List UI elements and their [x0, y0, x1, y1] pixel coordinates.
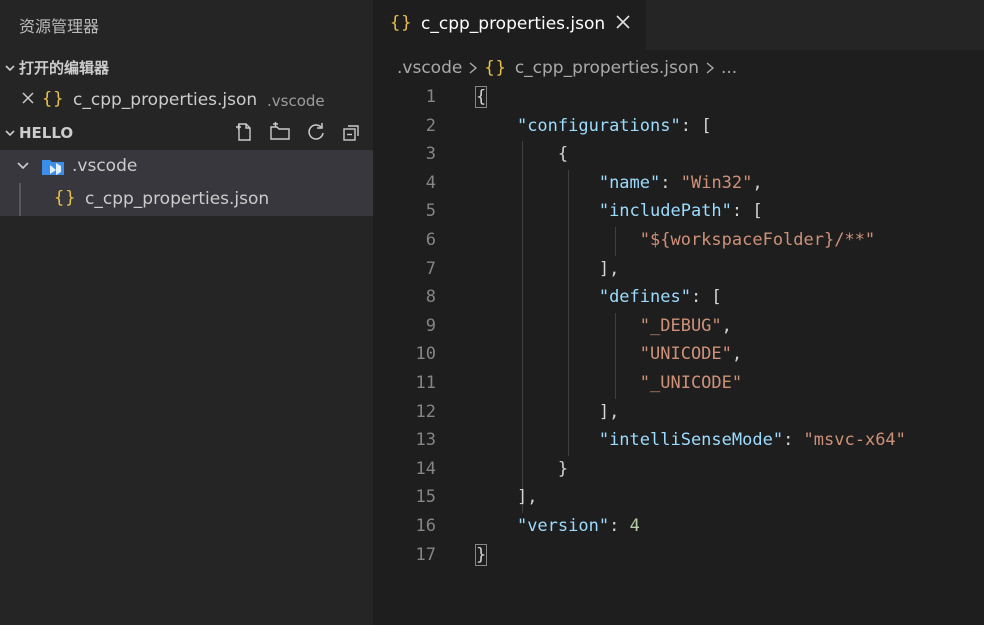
- chevron-down-icon: [0, 127, 19, 139]
- new-folder-icon[interactable]: [269, 121, 291, 143]
- explorer-sidebar: 资源管理器 打开的编辑器 {} c_cpp_properties.json .v…: [0, 0, 373, 625]
- line-number: 12: [415, 401, 436, 422]
- code-line: 17 }: [373, 542, 984, 571]
- folder-item-vscode[interactable]: .vscode: [0, 150, 373, 183]
- open-editor-directory: .vscode: [267, 92, 325, 110]
- json-key: "configurations": [516, 115, 681, 136]
- line-number: 9: [425, 315, 436, 336]
- line-number: 4: [425, 172, 436, 193]
- code-line: 12 ],: [373, 399, 984, 428]
- json-key: "version": [516, 516, 610, 536]
- json-punct: : [: [690, 287, 722, 308]
- code-line: 11 "_UNICODE": [373, 370, 984, 399]
- file-item-c-cpp-properties[interactable]: {} c_cpp_properties.json: [0, 183, 373, 216]
- json-punct: }: [557, 458, 569, 479]
- breadcrumb-folder[interactable]: .vscode: [397, 58, 462, 78]
- workspace-label: HELLO: [19, 123, 74, 142]
- json-number: 4: [629, 516, 640, 536]
- code-line: 16 "version": 4: [373, 513, 984, 542]
- refresh-icon[interactable]: [305, 121, 327, 143]
- code-line: 9 "_DEBUG",: [373, 313, 984, 342]
- json-file-icon: {}: [484, 58, 507, 78]
- json-file-icon: {}: [390, 13, 413, 33]
- open-editors-label: 打开的编辑器: [19, 59, 110, 77]
- explorer-actions: [233, 121, 363, 143]
- json-key: "includePath": [598, 201, 732, 222]
- tab-bar: {} c_cpp_properties.json: [373, 0, 984, 50]
- folder-label: .vscode: [72, 156, 138, 176]
- code-line: 6 "${workspaceFolder}/**": [373, 227, 984, 256]
- code-line: 2 "configurations": [: [373, 113, 984, 142]
- line-number: 2: [425, 115, 436, 136]
- code-line: 8 "defines": [: [373, 284, 984, 313]
- chevron-down-icon: [15, 157, 31, 178]
- code-line: 3 {: [373, 141, 984, 170]
- explorer-title: 资源管理器: [19, 17, 100, 36]
- json-punct: ],: [598, 401, 620, 422]
- code-line: 14 }: [373, 456, 984, 485]
- json-key: "defines": [598, 287, 691, 308]
- line-number: 15: [415, 487, 436, 508]
- new-file-icon[interactable]: [233, 121, 255, 143]
- json-file-icon: {}: [54, 188, 77, 208]
- line-number: 10: [415, 344, 436, 365]
- json-punct: : [: [731, 201, 763, 222]
- editor-area: {} c_cpp_properties.json .vscode {} c_cp…: [373, 0, 984, 625]
- code-line: 4 "name": "Win32",: [373, 170, 984, 199]
- line-number: 17: [415, 544, 436, 565]
- breadcrumb: .vscode {} c_cpp_properties.json ...: [397, 56, 737, 80]
- json-punct: : [: [680, 115, 712, 136]
- line-number: 1: [425, 87, 436, 107]
- line-number: 8: [425, 287, 436, 308]
- json-string: "UNICODE": [639, 344, 732, 365]
- workspace-section-header[interactable]: HELLO: [0, 116, 373, 149]
- code-line: 1 {: [373, 84, 984, 113]
- close-icon[interactable]: [20, 90, 36, 111]
- code-line: 10 "UNICODE",: [373, 341, 984, 370]
- breadcrumb-more[interactable]: ...: [721, 58, 737, 78]
- breadcrumb-file[interactable]: c_cpp_properties.json: [515, 58, 699, 78]
- line-number: 11: [415, 373, 436, 393]
- json-punct: ],: [516, 487, 538, 508]
- close-icon[interactable]: [614, 13, 634, 33]
- code-line: 7 ],: [373, 256, 984, 285]
- line-number: 3: [425, 144, 436, 165]
- json-key: "name": [598, 172, 661, 193]
- line-number: 7: [425, 258, 436, 279]
- line-number: 13: [415, 430, 436, 451]
- file-label: c_cpp_properties.json: [85, 189, 270, 209]
- open-editor-filename: c_cpp_properties.json: [73, 90, 258, 110]
- tab-c-cpp-properties[interactable]: {} c_cpp_properties.json: [373, 0, 646, 50]
- bracket-match: }: [474, 543, 488, 566]
- json-string: "msvc-x64": [803, 430, 906, 451]
- code-line: 15 ],: [373, 484, 984, 513]
- json-string: "Win32": [680, 172, 753, 193]
- line-number: 6: [425, 230, 436, 250]
- chevron-down-icon: [0, 62, 19, 74]
- open-editor-item[interactable]: {} c_cpp_properties.json .vscode: [0, 84, 373, 117]
- line-number: 5: [425, 201, 436, 222]
- json-file-icon: {}: [42, 89, 65, 109]
- open-editors-section-header[interactable]: 打开的编辑器: [0, 51, 373, 84]
- code-line: 13 "intelliSenseMode": "msvc-x64": [373, 427, 984, 456]
- chevron-right-icon: [703, 61, 717, 75]
- json-string: "${workspaceFolder}/**": [639, 230, 876, 250]
- json-punct: ],: [598, 258, 620, 279]
- line-number: 14: [415, 458, 436, 479]
- collapse-all-icon[interactable]: [341, 121, 363, 143]
- bracket-match: {: [474, 86, 488, 108]
- json-key: "intelliSenseMode": [598, 430, 784, 451]
- vscode-folder-icon: [41, 158, 65, 181]
- tree-indent-guide: [19, 183, 21, 216]
- json-punct: {: [557, 144, 569, 165]
- json-string: "_DEBUG": [639, 315, 722, 336]
- json-string: "_UNICODE": [639, 373, 743, 393]
- line-number: 16: [415, 516, 436, 536]
- tab-label: c_cpp_properties.json: [421, 14, 606, 34]
- code-line: 5 "includePath": [: [373, 198, 984, 227]
- chevron-right-icon: [466, 61, 480, 75]
